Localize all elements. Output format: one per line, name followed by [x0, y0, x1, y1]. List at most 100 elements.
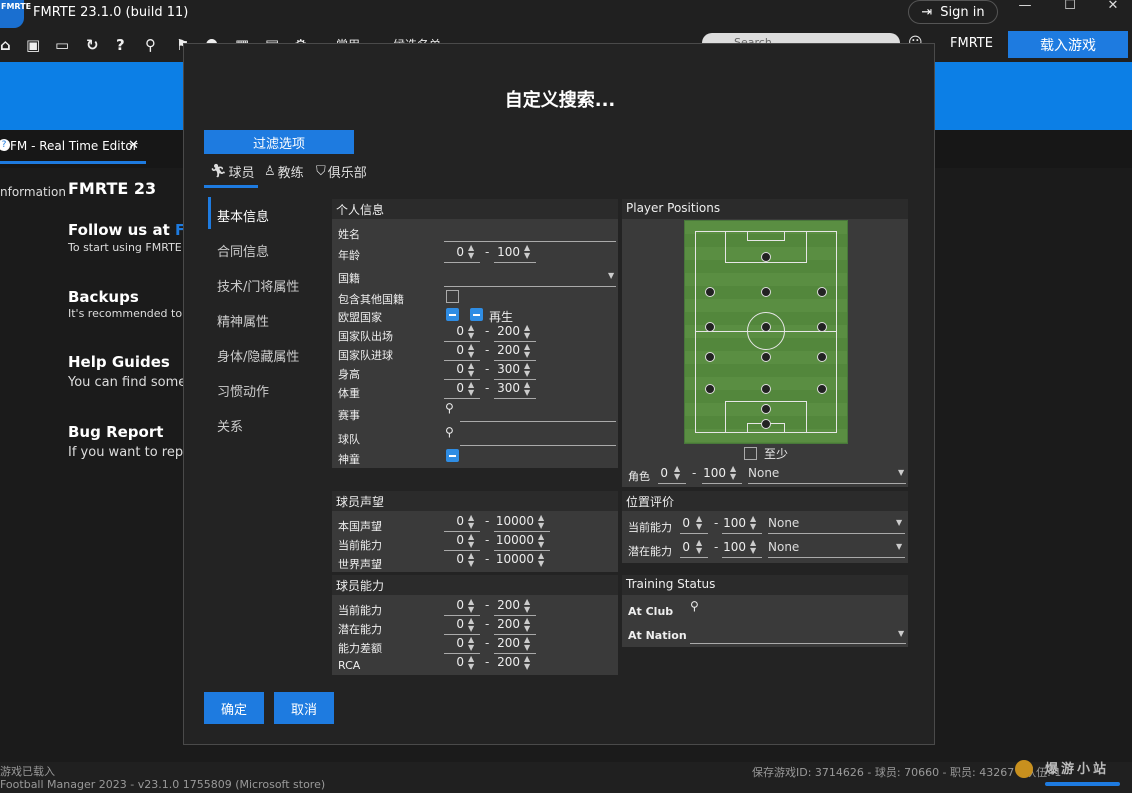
height-max-value[interactable]: 300 [494, 362, 520, 376]
current-rep-min-spinner-icon[interactable]: ▲ ▼ [468, 533, 478, 549]
weight-max-spinner-icon[interactable]: ▲ ▼ [524, 381, 534, 397]
position-sw[interactable] [761, 404, 771, 414]
monitor-icon[interactable]: ▭ [55, 36, 69, 54]
refresh-icon[interactable]: ↻ [86, 36, 99, 54]
cancel-button[interactable]: 取消 [274, 692, 334, 724]
home-rep-max-spinner-icon[interactable]: ▲ ▼ [538, 514, 548, 530]
eu-checkbox[interactable] [446, 308, 459, 321]
ability-diff-min[interactable]: 0 [444, 636, 464, 650]
at-least-checkbox[interactable] [744, 447, 757, 460]
ability-ca-min[interactable]: 0 [444, 598, 464, 612]
ability-ca-max-spinner-icon[interactable]: ▲ ▼ [524, 598, 534, 614]
height-max-spinner-icon[interactable]: ▲ ▼ [524, 362, 534, 378]
tab-player[interactable]: 🏃︎ 球员 [210, 162, 255, 181]
role-max-value[interactable]: 100 [702, 466, 726, 480]
ability-ca-max[interactable]: 200 [494, 598, 520, 612]
sidebar-item-basic[interactable]: 基本信息 [217, 206, 269, 225]
current-rep-min[interactable]: 0 [444, 533, 464, 547]
rating-pa-select[interactable]: None [768, 540, 799, 554]
sidebar-item-technical[interactable]: 技术/门将属性 [217, 276, 299, 295]
role-select[interactable]: None [748, 466, 779, 480]
ability-pa-min[interactable]: 0 [444, 617, 464, 631]
at-nation-select[interactable] [690, 643, 906, 644]
position-dm[interactable] [761, 352, 771, 362]
sidebar-item-physical[interactable]: 身体/隐藏属性 [217, 346, 299, 365]
goals-max-spinner-icon[interactable]: ▲ ▼ [524, 343, 534, 359]
position-wbr[interactable] [817, 352, 827, 362]
sign-in-button[interactable]: ⇥ Sign in [908, 0, 998, 24]
position-mr[interactable] [817, 322, 827, 332]
ability-pa-min-spinner-icon[interactable]: ▲ ▼ [468, 617, 478, 633]
age-min-value[interactable]: 0 [444, 245, 464, 259]
rating-pa-min-spinner-icon[interactable]: ▲ ▼ [696, 539, 706, 555]
goals-min-spinner-icon[interactable]: ▲ ▼ [468, 343, 478, 359]
home-rep-min[interactable]: 0 [444, 514, 464, 528]
rating-ca-select[interactable]: None [768, 516, 799, 530]
height-min-spinner-icon[interactable]: ▲ ▼ [468, 362, 478, 378]
world-rep-max-spinner-icon[interactable]: ▲ ▼ [538, 552, 548, 568]
filter-options-button[interactable]: 过滤选项 [204, 130, 354, 154]
close-window-icon[interactable]: ✕ [1093, 0, 1132, 14]
position-gk[interactable] [761, 419, 771, 429]
tab-close-icon[interactable]: ✕ [128, 138, 139, 153]
position-ml[interactable] [705, 322, 715, 332]
sidebar-item-relations[interactable]: 关系 [217, 416, 243, 435]
role-min-value[interactable]: 0 [658, 466, 668, 480]
football-pitch[interactable] [684, 220, 848, 444]
ability-diff-max[interactable]: 200 [494, 636, 520, 650]
zoom-slider[interactable] [1045, 782, 1120, 786]
rating-pa-min[interactable]: 0 [680, 540, 690, 554]
current-rep-max-spinner-icon[interactable]: ▲ ▼ [538, 533, 548, 549]
world-rep-min[interactable]: 0 [444, 552, 464, 566]
rating-pa-max[interactable]: 100 [722, 540, 746, 554]
rca-max[interactable]: 200 [494, 655, 520, 669]
rating-ca-max-spinner-icon[interactable]: ▲ ▼ [750, 515, 760, 531]
include-other-checkbox[interactable] [446, 290, 459, 303]
position-mc[interactable] [761, 322, 771, 332]
world-rep-max[interactable]: 10000 [494, 552, 534, 566]
at-club-search-icon[interactable]: ⚲ [690, 599, 699, 613]
position-aml[interactable] [705, 287, 715, 297]
goals-min-value[interactable]: 0 [444, 343, 464, 357]
age-max-value[interactable]: 100 [494, 245, 520, 259]
maximize-icon[interactable]: ☐ [1050, 0, 1090, 14]
home-rep-max[interactable]: 10000 [494, 514, 534, 528]
rating-ca-dropdown-icon[interactable]: ▼ [896, 518, 902, 527]
ability-pa-max-spinner-icon[interactable]: ▲ ▼ [524, 617, 534, 633]
role-dropdown-icon[interactable]: ▼ [898, 468, 904, 477]
reborn-checkbox[interactable] [470, 308, 483, 321]
sidebar-item-ppm[interactable]: 习惯动作 [217, 381, 269, 400]
position-dc[interactable] [761, 384, 771, 394]
wonderkid-checkbox[interactable] [446, 449, 459, 462]
caps-max-spinner-icon[interactable]: ▲ ▼ [524, 324, 534, 340]
rating-ca-min[interactable]: 0 [680, 516, 690, 530]
rating-ca-min-spinner-icon[interactable]: ▲ ▼ [696, 515, 706, 531]
club-input[interactable] [460, 445, 616, 446]
rca-max-spinner-icon[interactable]: ▲ ▼ [524, 655, 534, 671]
position-amc[interactable] [761, 287, 771, 297]
position-dl[interactable] [705, 384, 715, 394]
home-icon[interactable]: ⌂ [0, 36, 11, 54]
help-icon[interactable]: ? [116, 36, 125, 54]
position-wbl[interactable] [705, 352, 715, 362]
tab-rte[interactable]: ? FM - Real Time Editor ✕ [0, 138, 146, 164]
goals-max-value[interactable]: 200 [494, 343, 520, 357]
club-search-icon[interactable]: ⚲ [445, 425, 454, 439]
age-max-spinner-icon[interactable]: ▲ ▼ [524, 244, 534, 260]
save-icon[interactable]: ▣ [26, 36, 40, 54]
caps-min-spinner-icon[interactable]: ▲ ▼ [468, 324, 478, 340]
ability-diff-min-spinner-icon[interactable]: ▲ ▼ [468, 636, 478, 652]
minimize-icon[interactable]: — [1005, 0, 1045, 14]
ability-pa-max[interactable]: 200 [494, 617, 520, 631]
name-input[interactable] [444, 241, 616, 242]
weight-max-value[interactable]: 300 [494, 381, 520, 395]
world-rep-min-spinner-icon[interactable]: ▲ ▼ [468, 552, 478, 568]
fmrte-menu[interactable]: FMRTE [950, 36, 993, 51]
player-search-icon[interactable]: ⚲ [145, 36, 156, 54]
position-st[interactable] [761, 252, 771, 262]
caps-min-value[interactable]: 0 [444, 324, 464, 338]
at-nation-dropdown-icon[interactable]: ▼ [898, 629, 904, 638]
ability-ca-min-spinner-icon[interactable]: ▲ ▼ [468, 598, 478, 614]
competition-search-icon[interactable]: ⚲ [445, 401, 454, 415]
rca-min-spinner-icon[interactable]: ▲ ▼ [468, 655, 478, 671]
